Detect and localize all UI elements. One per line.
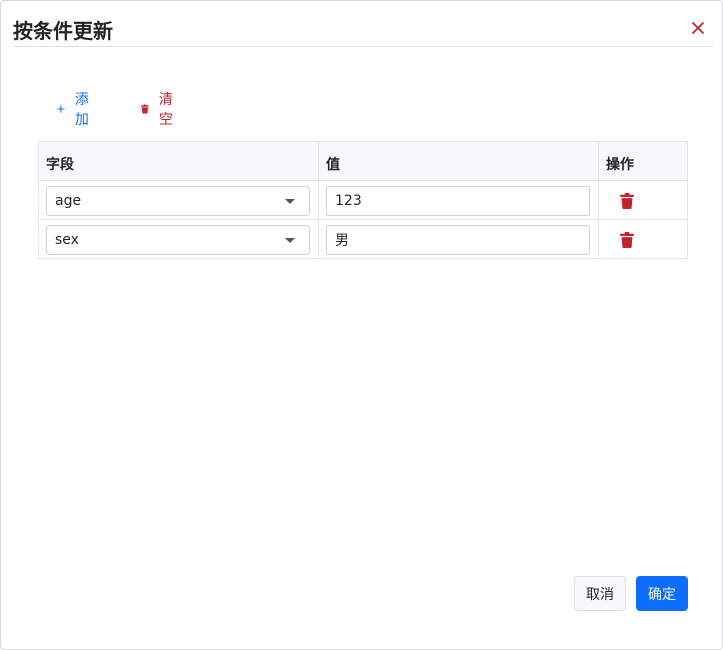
table-row: sex <box>39 220 687 259</box>
field-select-value: sex <box>55 232 79 248</box>
trash-icon <box>620 193 634 209</box>
clear-button[interactable]: 清空 <box>141 92 175 128</box>
update-by-condition-dialog: 按条件更新 添加 清空 字段 值 操作 age 123 sex 男 取消 确定 <box>0 0 723 650</box>
caret-down-icon <box>285 199 295 204</box>
add-button[interactable]: 添加 <box>57 92 91 128</box>
confirm-button[interactable]: 确定 <box>636 576 688 611</box>
dialog-title: 按条件更新 <box>13 19 113 43</box>
condition-table: 字段 值 操作 age sex <box>38 141 688 259</box>
close-icon <box>692 22 704 34</box>
cancel-button[interactable]: 取消 <box>574 576 626 611</box>
field-select-value: age <box>55 193 82 209</box>
trash-icon <box>141 104 149 114</box>
table-row: age <box>39 181 687 220</box>
value-input[interactable] <box>326 186 590 216</box>
column-header-value: 值 <box>326 157 340 173</box>
column-divider <box>318 141 319 259</box>
column-header-field: 字段 <box>46 157 74 173</box>
dialog-header: 按条件更新 <box>13 13 713 47</box>
add-button-label: 添加 <box>74 92 89 128</box>
trash-icon <box>620 232 634 248</box>
field-select[interactable]: age <box>46 186 310 216</box>
caret-down-icon <box>285 238 295 243</box>
delete-row-button[interactable] <box>619 193 635 209</box>
column-header-actions: 操作 <box>606 157 634 173</box>
table-header: 字段 值 操作 <box>39 141 687 181</box>
delete-row-button[interactable] <box>619 232 635 248</box>
clear-button-label: 清空 <box>158 92 173 128</box>
field-select[interactable]: sex <box>46 225 310 255</box>
value-input[interactable] <box>326 225 590 255</box>
column-divider <box>598 141 599 259</box>
plus-icon <box>57 105 65 113</box>
close-button[interactable] <box>691 21 705 35</box>
